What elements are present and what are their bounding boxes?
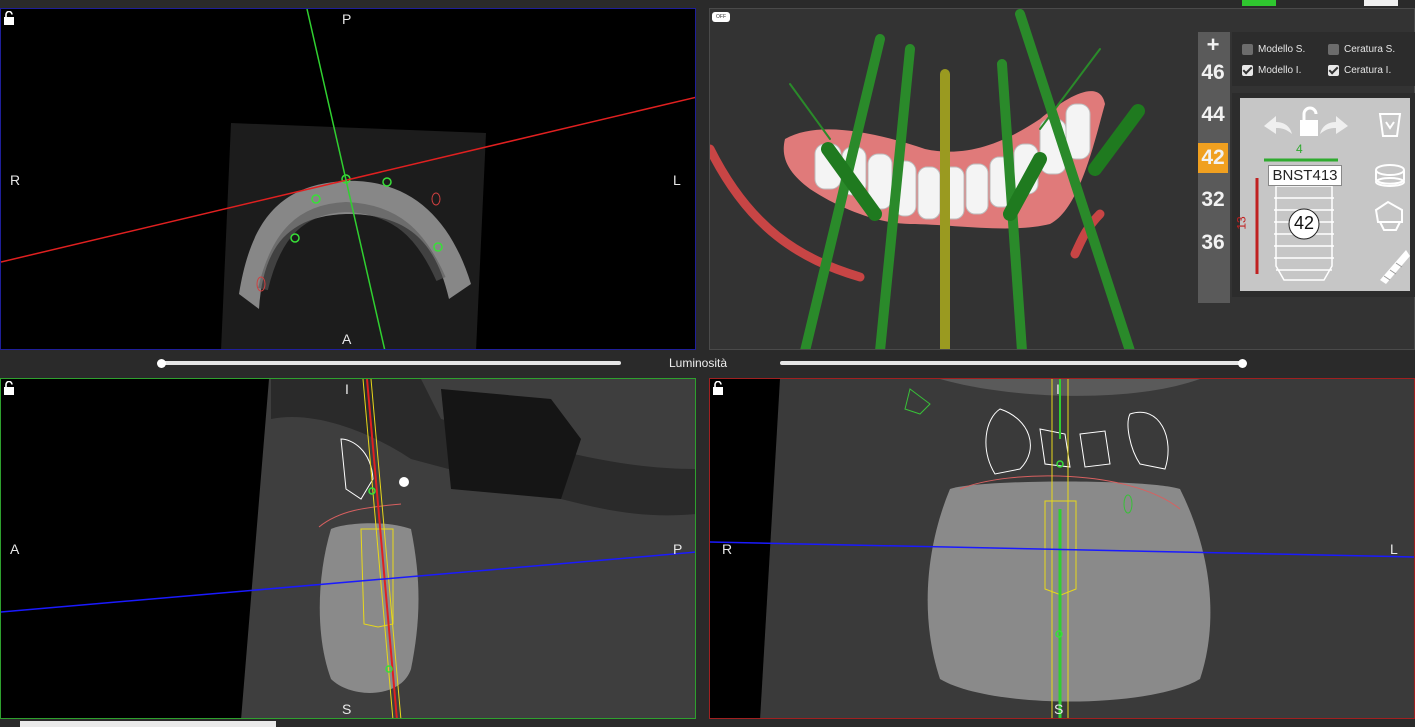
implant-code[interactable]: BNST413	[1268, 165, 1342, 186]
tooth-tab-32[interactable]: 32	[1198, 185, 1228, 215]
header-status-green	[1242, 0, 1276, 6]
undo-icon[interactable]	[1264, 116, 1292, 134]
brightness-slider-right[interactable]	[780, 361, 1242, 365]
orientation-top: I	[1056, 381, 1060, 397]
trash-icon[interactable]	[1378, 113, 1402, 137]
axial-view[interactable]: P A R L	[0, 8, 696, 350]
tooth-tab-46[interactable]: 46	[1198, 58, 1228, 88]
orientation-bottom: S	[342, 701, 352, 717]
tooth-tab-44[interactable]: 44	[1198, 100, 1228, 130]
lock-icon[interactable]	[3, 381, 15, 395]
checkbox-checked-icon[interactable]	[1242, 65, 1253, 76]
implant-panel: 4 13 BNST413 42	[1232, 93, 1415, 297]
auto-rotate-toggle[interactable]: OFF	[712, 12, 730, 22]
sagittal-view[interactable]: I S A P	[0, 378, 696, 719]
coronal-ct-slice	[710, 379, 1414, 718]
brightness-slider-knob-left[interactable]	[157, 359, 166, 368]
lock-icon[interactable]	[712, 381, 724, 395]
brightness-slider-left[interactable]	[161, 361, 621, 365]
implant-tooth-number: 42	[1293, 213, 1315, 233]
redo-icon[interactable]	[1320, 116, 1348, 134]
orientation-top: I	[345, 381, 349, 397]
implant-panel-graphics	[1255, 106, 1410, 284]
tooth-tab-42[interactable]: 42	[1198, 143, 1228, 173]
layer-label: Modello I.	[1258, 65, 1302, 76]
abutment-icon[interactable]	[1375, 164, 1405, 187]
unlock-icon[interactable]	[1300, 106, 1318, 136]
layer-panel: Modello S. Ceratura S. Modello I. Ceratu…	[1232, 32, 1415, 86]
layer-ceratura-i[interactable]: Ceratura I.	[1328, 65, 1391, 76]
orientation-left: A	[10, 541, 20, 557]
orientation-left: R	[722, 541, 733, 557]
implant-diameter: 4	[1296, 142, 1303, 156]
tooth-tab-36[interactable]: 36	[1198, 228, 1228, 258]
orientation-left: R	[10, 172, 21, 188]
layer-modello-i[interactable]: Modello I.	[1242, 65, 1301, 76]
checkbox-icon[interactable]	[1328, 44, 1339, 55]
header-status-white	[1364, 0, 1398, 6]
brightness-label: Luminosità	[669, 356, 728, 370]
status-strip	[20, 721, 276, 727]
checkbox-checked-icon[interactable]	[1328, 65, 1339, 76]
brightness-slider-knob-right[interactable]	[1238, 359, 1247, 368]
orientation-top: P	[342, 11, 352, 27]
orientation-right: L	[673, 172, 681, 188]
orientation-bottom: S	[1054, 701, 1064, 717]
layer-ceratura-s[interactable]: Ceratura S.	[1328, 44, 1395, 55]
layer-modello-s[interactable]: Modello S.	[1242, 44, 1305, 55]
checkbox-icon[interactable]	[1242, 44, 1253, 55]
implant-panel-inner: 4 13 BNST413 42	[1235, 98, 1410, 291]
orientation-right: L	[1390, 541, 1398, 557]
layer-label: Ceratura I.	[1344, 65, 1392, 76]
crown-icon[interactable]	[1374, 200, 1403, 231]
sagittal-ct-slice	[1, 379, 695, 718]
coronal-view[interactable]: I S R L	[709, 378, 1415, 719]
layer-label: Ceratura S.	[1344, 44, 1396, 55]
tooth-list: + 46 44 42 32 36	[1198, 32, 1230, 303]
orientation-bottom: A	[342, 331, 352, 347]
orientation-right: P	[673, 541, 683, 557]
layer-label: Modello S.	[1258, 44, 1306, 55]
implant-length: 13	[1234, 216, 1249, 230]
axial-ct-slice	[1, 9, 695, 349]
screw-icon[interactable]	[1380, 250, 1410, 284]
lock-icon[interactable]	[3, 11, 15, 25]
add-tooth-button[interactable]: +	[1198, 32, 1228, 58]
